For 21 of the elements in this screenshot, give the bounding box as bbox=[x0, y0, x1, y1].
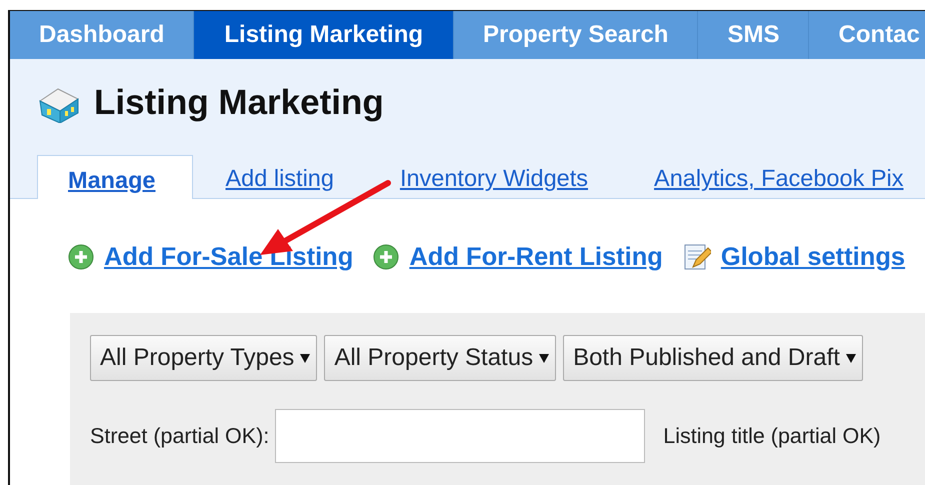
notepad-pencil-icon bbox=[682, 243, 711, 271]
dropdown[interactable]: All Property Status bbox=[324, 335, 556, 381]
sub-tab[interactable]: Manage bbox=[37, 155, 192, 199]
action-link[interactable]: Global settings bbox=[720, 242, 906, 272]
sub-tab[interactable]: Analytics, Facebook Pix bbox=[621, 165, 925, 198]
dropdown-caret-icon bbox=[846, 353, 856, 363]
dropdown-caret-icon bbox=[539, 353, 550, 363]
dropdown[interactable]: Both Published and Draft bbox=[563, 335, 863, 381]
field-label: Listing title (partial OK) bbox=[663, 424, 881, 448]
plus-circle-icon bbox=[68, 244, 94, 270]
street-field[interactable] bbox=[275, 409, 646, 463]
sub-tab[interactable]: Add listing bbox=[192, 165, 367, 198]
dropdown[interactable]: All Property Types bbox=[90, 335, 318, 381]
sub-tab[interactable]: Inventory Widgets bbox=[366, 165, 622, 198]
nav-tab[interactable]: Listing Marketing bbox=[194, 11, 454, 59]
plus-circle-icon bbox=[373, 244, 400, 270]
action-link[interactable]: Add For-Rent Listing bbox=[409, 242, 663, 272]
field-label: Street (partial OK): bbox=[90, 424, 270, 448]
dropdown-caret-icon bbox=[300, 353, 310, 363]
action-link[interactable]: Add For-Sale Listing bbox=[104, 242, 354, 272]
page-title: Listing Marketing bbox=[94, 83, 384, 123]
